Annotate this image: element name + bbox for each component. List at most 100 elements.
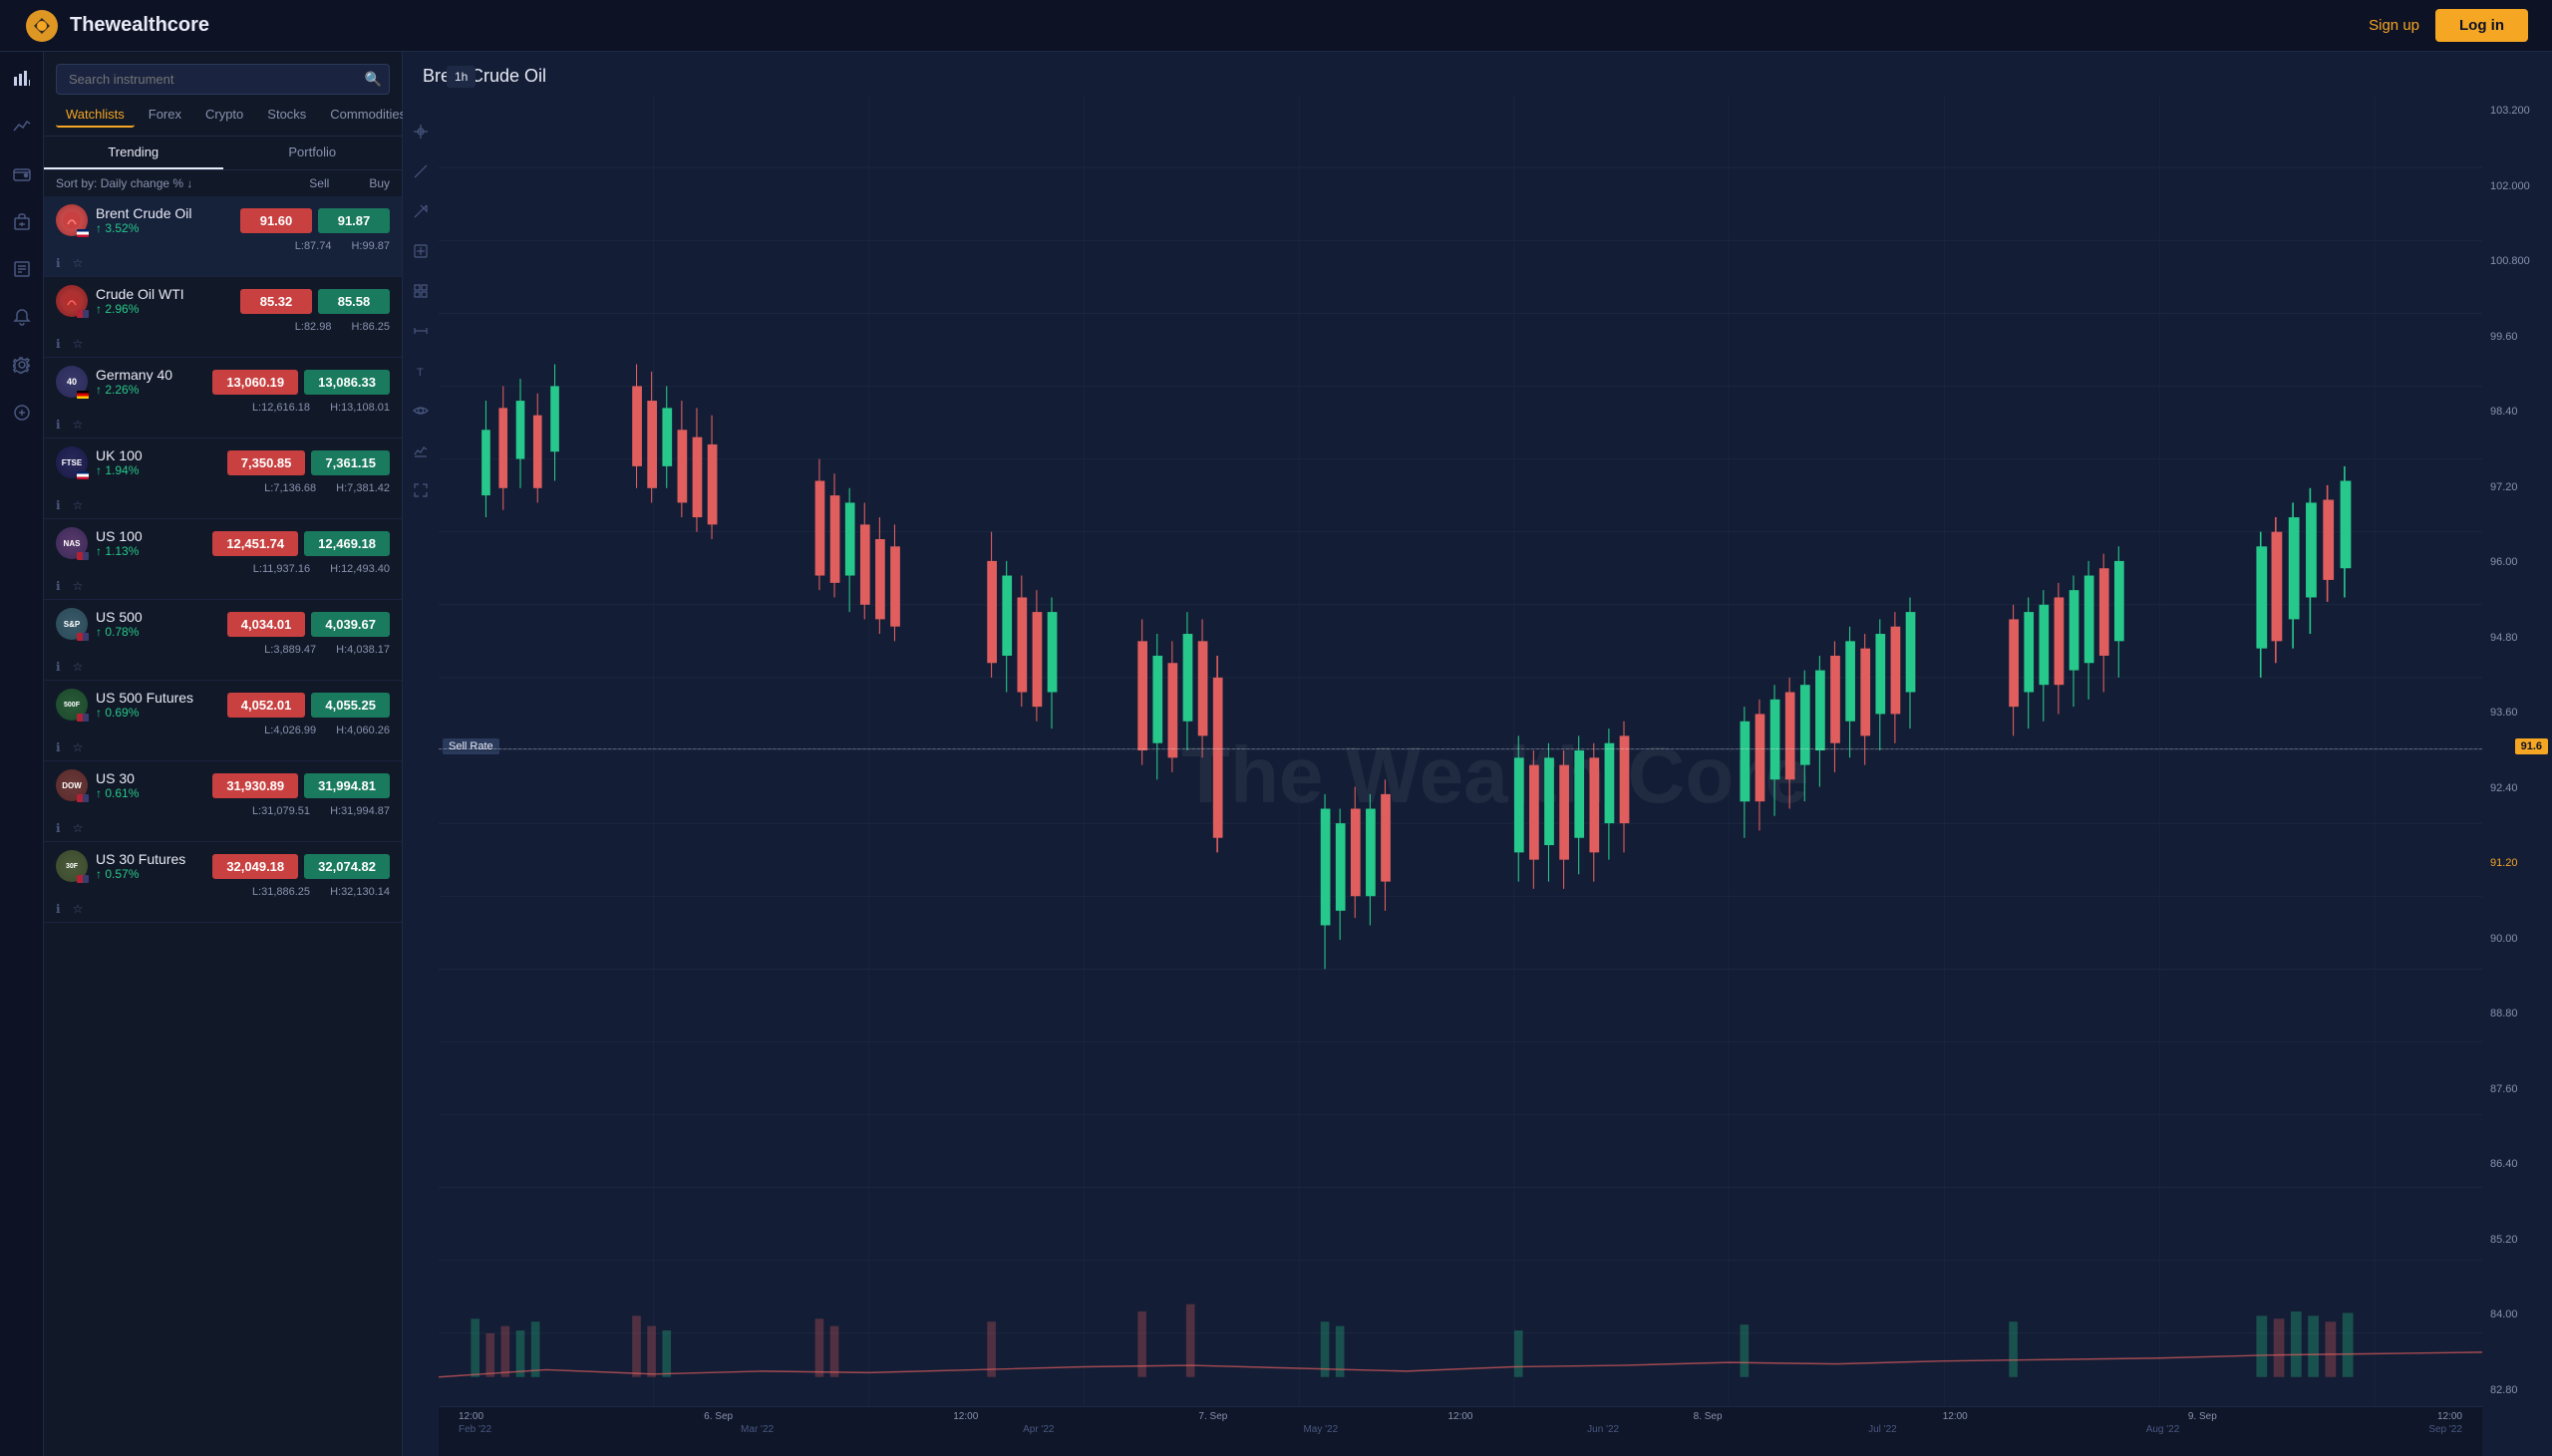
sidebar-icon-wallet[interactable] [8,159,36,187]
chart-canvas: The Wealth Core Sell Rate 91.6 [439,95,2552,1456]
info-icon[interactable]: ℹ [56,821,61,835]
instrument-item-germany40[interactable]: 40 Germany 40 ↑ 2.26% 13,060.19 13,086.3… [44,358,402,438]
germany-high: H:13,108.01 [330,402,390,414]
brent-crude-buy-btn[interactable]: 91.87 [318,208,390,233]
sidebar-icon-bell[interactable] [8,303,36,331]
view-tab-trending[interactable]: Trending [44,137,223,169]
star-icon[interactable]: ☆ [73,256,84,270]
filter-tab-watchlists[interactable]: Watchlists [56,103,135,128]
sidebar-icon-charts[interactable] [8,64,36,92]
name-area: Crude Oil WTI ↑ 2.96% [56,285,184,317]
timeframe-1h-btn[interactable]: 1h [447,66,476,88]
instrument-item-us100[interactable]: NAS US 100 ↑ 1.13% 12,451.74 12,469.18 [44,519,402,600]
star-icon[interactable]: ☆ [73,821,84,835]
us100-sell-btn[interactable]: 12,451.74 [212,531,298,556]
info-icon[interactable]: ℹ [56,337,61,351]
filter-tab-crypto[interactable]: Crypto [195,103,253,128]
view-tab-portfolio[interactable]: Portfolio [223,137,403,169]
us30f-buy-btn[interactable]: 32,074.82 [304,854,390,879]
germany40-change: ↑ 2.26% [96,383,172,397]
star-icon[interactable]: ☆ [73,337,84,351]
y-axis: 103.200 102.000 100.800 99.60 98.40 97.2… [2482,95,2552,1406]
filter-tab-forex[interactable]: Forex [139,103,191,128]
filter-tabs: Watchlists Forex Crypto Stocks Commoditi… [44,103,402,137]
uk100-buy-btn[interactable]: 7,361.15 [311,450,390,475]
instrument-row1: DOW US 30 ↑ 0.61% 31,930.89 31,994.81 [56,769,390,801]
info-icon[interactable]: ℹ [56,579,61,593]
line-tool[interactable] [409,159,433,183]
crude-wti-sell-btn[interactable]: 85.32 [240,289,312,314]
us30-sell-btn[interactable]: 31,930.89 [212,773,298,798]
instrument-row1: FTSE UK 100 ↑ 1.94% 7,350.85 7,361.15 [56,446,390,478]
crude-wti-buy-btn[interactable]: 85.58 [318,289,390,314]
filter-tab-commodities[interactable]: Commodities [320,103,416,128]
instrument-item-us500f[interactable]: 500F US 500 Futures ↑ 0.69% 4,052.01 4,0… [44,681,402,761]
info-icon[interactable]: ℹ [56,256,61,270]
time-7: 12:00 [1943,1411,1968,1422]
germany40-buy-btn[interactable]: 13,086.33 [304,370,390,395]
instrument-item-us30[interactable]: DOW US 30 ↑ 0.61% 31,930.89 31,994.81 [44,761,402,842]
crude-wti-prices: 85.32 85.58 [240,289,390,314]
uk100-sell-btn[interactable]: 7,350.85 [227,450,306,475]
star-icon[interactable]: ☆ [73,498,84,512]
star-icon[interactable]: ☆ [73,902,84,916]
search-icon[interactable]: 🔍 [365,71,382,88]
instrument-item-brent-crude[interactable]: Brent Crude Oil ↑ 3.52% 91.60 91.87 L:87… [44,196,402,277]
search-input[interactable] [56,64,390,95]
name-area: Brent Crude Oil ↑ 3.52% [56,204,191,236]
germany40-prices: 13,060.19 13,086.33 [212,370,390,395]
logo-area: Thewealthcore [24,8,209,44]
name-area: 30F US 30 Futures ↑ 0.57% [56,850,185,882]
arrow-tool[interactable] [409,199,433,223]
us30-name-area: US 30 ↑ 0.61% [96,770,139,800]
us500f-sell-btn[interactable]: 4,052.01 [227,693,306,718]
y-label: 97.20 [2490,481,2544,493]
us30f-sell-btn[interactable]: 32,049.18 [212,854,298,879]
germany40-sell-btn[interactable]: 13,060.19 [212,370,298,395]
time-9: 12:00 [2437,1411,2462,1422]
fullscreen-tool[interactable] [409,478,433,502]
brent-crude-sell-btn[interactable]: 91.60 [240,208,312,233]
indicator-tool[interactable] [409,438,433,462]
icon-sidebar [0,52,44,1456]
instrument-item-us30f[interactable]: 30F US 30 Futures ↑ 0.57% 32,049.18 32,0… [44,842,402,923]
instrument-item-crude-wti[interactable]: Crude Oil WTI ↑ 2.96% 85.32 85.58 L:82.9… [44,277,402,358]
filter-tab-stocks[interactable]: Stocks [257,103,316,128]
instrument-item-us500[interactable]: S&P US 500 ↑ 0.78% 4,034.01 4,039.67 [44,600,402,681]
sidebar-icon-settings[interactable] [8,351,36,379]
info-icon[interactable]: ℹ [56,418,61,432]
us500f-prices: 4,052.01 4,055.25 [227,693,390,718]
star-icon[interactable]: ☆ [73,740,84,754]
star-icon[interactable]: ☆ [73,418,84,432]
info-icon[interactable]: ℹ [56,740,61,754]
info-icon[interactable]: ℹ [56,498,61,512]
sidebar-icon-add[interactable] [8,399,36,427]
us500-buy-btn[interactable]: 4,039.67 [311,612,390,637]
grid-tool[interactable] [409,279,433,303]
us30-buy-btn[interactable]: 31,994.81 [304,773,390,798]
sidebar-icon-line[interactable] [8,112,36,140]
name-area: S&P US 500 ↑ 0.78% [56,608,143,640]
sidebar-icon-news[interactable] [8,255,36,283]
eye-tool[interactable] [409,399,433,423]
uk-low: L:7,136.68 [264,482,316,494]
star-icon[interactable]: ☆ [73,579,84,593]
crosshair-tool[interactable] [409,120,433,144]
us500-sell-btn[interactable]: 4,034.01 [227,612,306,637]
instrument-row1: NAS US 100 ↑ 1.13% 12,451.74 12,469.18 [56,527,390,559]
y-label: 86.40 [2490,1158,2544,1170]
us100-buy-btn[interactable]: 12,469.18 [304,531,390,556]
star-icon[interactable]: ☆ [73,660,84,674]
us500f-buy-btn[interactable]: 4,055.25 [311,693,390,718]
measure-tool[interactable] [409,319,433,343]
instrument-item-uk100[interactable]: FTSE UK 100 ↑ 1.94% 7,350.85 7,361.15 [44,438,402,519]
zoom-tool[interactable] [409,239,433,263]
signup-button[interactable]: Sign up [2369,17,2419,34]
text-tool[interactable]: T [409,359,433,383]
sell-rate-line [439,748,2482,749]
sidebar-icon-portfolio[interactable] [8,207,36,235]
info-icon[interactable]: ℹ [56,660,61,674]
time-3: 12:00 [953,1411,978,1422]
info-icon[interactable]: ℹ [56,902,61,916]
login-button[interactable]: Log in [2435,9,2528,42]
